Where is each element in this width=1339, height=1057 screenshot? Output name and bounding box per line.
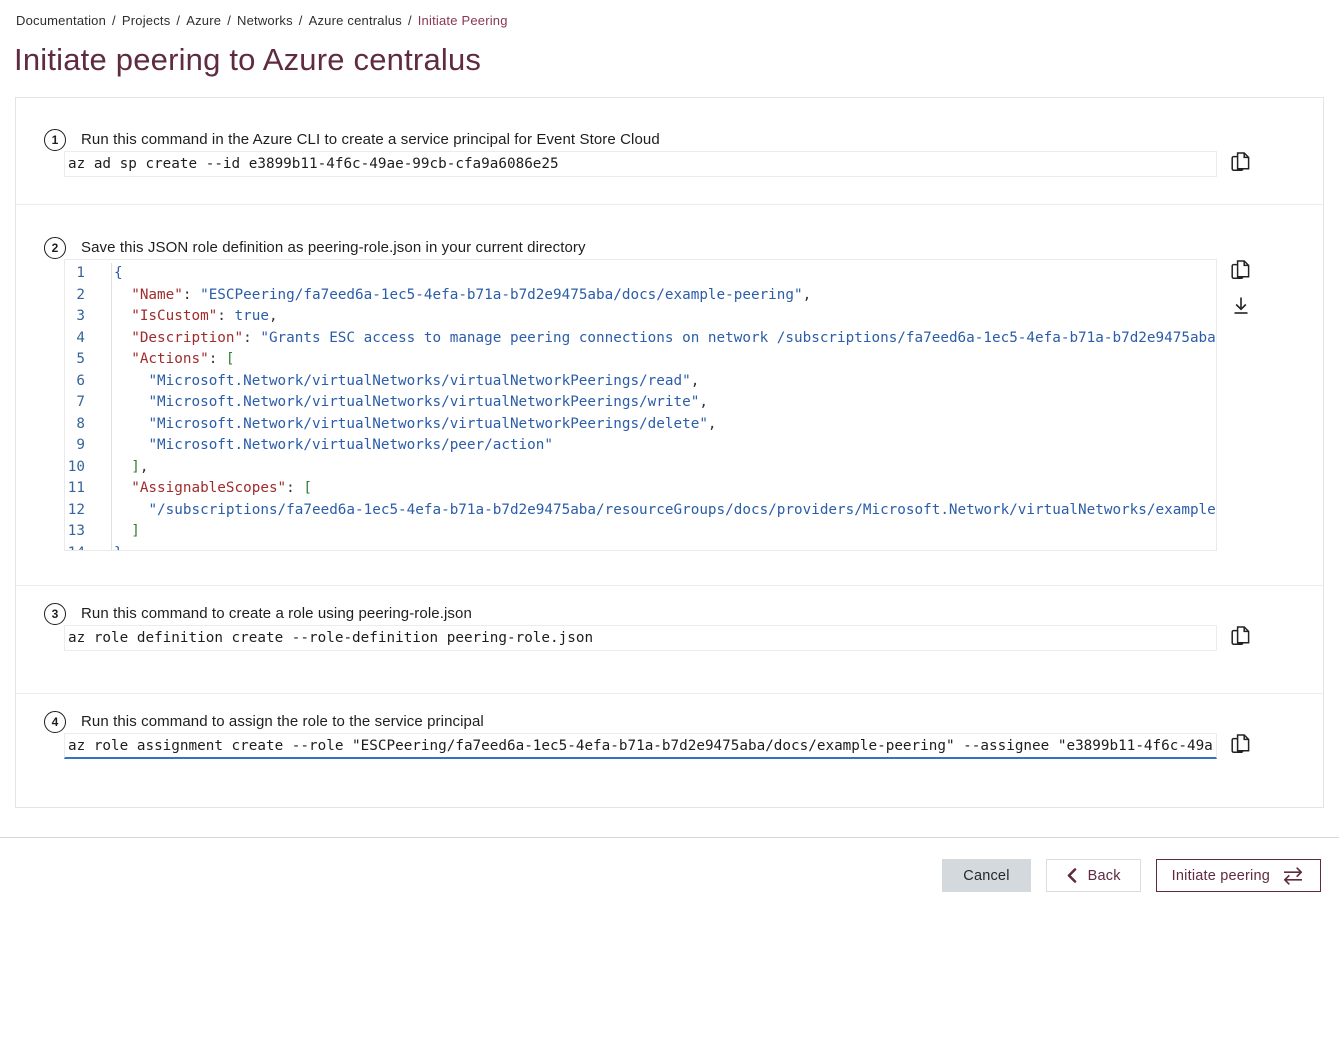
download-icon [1230,295,1252,317]
line-number: 6 [65,371,112,393]
step-1-header: 1 Run this command in the Azure CLI to c… [16,128,1323,151]
line-number: 7 [65,392,112,414]
copy-icon [1230,151,1251,173]
copy-button[interactable] [1229,733,1252,756]
line-number: 14 [65,543,112,552]
copy-icon [1230,625,1251,647]
copy-icon [1230,259,1251,281]
code-line-content: } [112,543,1216,552]
breadcrumb-item[interactable]: Azure centralus [309,13,402,28]
breadcrumb-separator: / [299,13,303,28]
line-number: 10 [65,457,112,479]
code-line: 9 "Microsoft.Network/virtualNetworks/pee… [65,435,1216,457]
code-line-content: "Microsoft.Network/virtualNetworks/virtu… [112,414,1216,436]
line-number: 8 [65,414,112,436]
code-line: 6 "Microsoft.Network/virtualNetworks/vir… [65,371,1216,393]
step-4-command-row [64,733,1252,759]
cancel-button-label: Cancel [963,868,1009,884]
line-number: 5 [65,349,112,371]
breadcrumb-separator: / [112,13,116,28]
code-line-content: "Microsoft.Network/virtualNetworks/virtu… [112,392,1216,414]
breadcrumb-item[interactable]: Documentation [16,13,106,28]
code-line: 2 "Name": "ESCPeering/fa7eed6a-1ec5-4efa… [65,285,1216,307]
section-divider [16,204,1323,205]
initiate-peering-button-label: Initiate peering [1172,868,1270,884]
code-editor-lines: 1{2 "Name": "ESCPeering/fa7eed6a-1ec5-4e… [65,263,1216,551]
breadcrumb-item[interactable]: Azure [186,13,221,28]
step-4-label: Run this command to assign the role to t… [81,713,484,730]
breadcrumb: Documentation / Projects / Azure / Networks / Az… [0,0,1339,28]
code-line-content: "Name": "ESCPeering/fa7eed6a-1ec5-4efa-b… [112,285,1216,307]
download-button[interactable] [1229,295,1252,318]
step-1-command-input[interactable] [64,151,1217,177]
step-3-command-row [64,625,1252,651]
code-editor[interactable]: 1{2 "Name": "ESCPeering/fa7eed6a-1ec5-4e… [64,259,1217,551]
code-line-content: "AssignableScopes": [ [112,478,1216,500]
code-line-content: "IsCustom": true, [112,306,1216,328]
back-button[interactable]: Back [1046,859,1141,892]
code-line: 14} [65,543,1216,552]
code-line: 1{ [65,263,1216,285]
step-1-command-row [64,151,1252,177]
code-line-content: ], [112,457,1216,479]
step-2-number-badge: 2 [44,237,66,259]
code-line-content: "/subscriptions/fa7eed6a-1ec5-4efa-b71a-… [112,500,1216,522]
code-line: 8 "Microsoft.Network/virtualNetworks/vir… [65,414,1216,436]
step-4-header: 4 Run this command to assign the role to… [16,710,1323,733]
breadcrumb-item[interactable]: Networks [237,13,293,28]
section-divider [16,693,1323,694]
step-3-number-badge: 3 [44,603,66,625]
cancel-button[interactable]: Cancel [942,859,1030,892]
step-3-label: Run this command to create a role using … [81,605,472,622]
step-2-label: Save this JSON role definition as peerin… [81,239,586,256]
section-divider [16,585,1323,586]
copy-button[interactable] [1229,625,1252,648]
step-4-command-input[interactable] [64,733,1217,759]
code-line-content: "Microsoft.Network/virtualNetworks/peer/… [112,435,1216,457]
step-2-header: 2 Save this JSON role definition as peer… [16,236,1323,259]
code-line: 7 "Microsoft.Network/virtualNetworks/vir… [65,392,1216,414]
step-2-editor-row: 1{2 "Name": "ESCPeering/fa7eed6a-1ec5-4e… [64,259,1252,551]
code-line: 4 "Description": "Grants ESC access to m… [65,328,1216,350]
line-number: 9 [65,435,112,457]
code-line-content: { [112,263,1216,285]
breadcrumb-current: Initiate Peering [418,13,508,28]
code-line: 11 "AssignableScopes": [ [65,478,1216,500]
chevron-left-icon [1066,868,1077,883]
breadcrumb-separator: / [227,13,231,28]
swap-arrows-icon [1281,867,1305,885]
line-number: 1 [65,263,112,285]
steps-card: 1 Run this command in the Azure CLI to c… [15,97,1324,808]
line-number: 4 [65,328,112,350]
copy-button[interactable] [1229,259,1252,282]
breadcrumb-item[interactable]: Projects [122,13,171,28]
initiate-peering-button[interactable]: Initiate peering [1156,859,1321,892]
back-button-label: Back [1088,868,1121,884]
code-line: 3 "IsCustom": true, [65,306,1216,328]
code-line-content: ] [112,521,1216,543]
step-1-number-badge: 1 [44,129,66,151]
copy-button[interactable] [1229,151,1252,174]
code-line: 13 ] [65,521,1216,543]
line-number: 3 [65,306,112,328]
line-number: 13 [65,521,112,543]
line-number: 12 [65,500,112,522]
code-line: 5 "Actions": [ [65,349,1216,371]
page-title: Initiate peering to Azure centralus [14,42,1339,78]
step-3-header: 3 Run this command to create a role usin… [16,602,1323,625]
code-line-content: "Actions": [ [112,349,1216,371]
line-number: 11 [65,478,112,500]
step-1-label: Run this command in the Azure CLI to cre… [81,131,660,148]
code-line-content: "Description": "Grants ESC access to man… [112,328,1216,350]
code-line: 12 "/subscriptions/fa7eed6a-1ec5-4efa-b7… [65,500,1216,522]
step-3-command-input[interactable] [64,625,1217,651]
code-line-content: "Microsoft.Network/virtualNetworks/virtu… [112,371,1216,393]
breadcrumb-separator: / [176,13,180,28]
step-4-number-badge: 4 [44,711,66,733]
footer-actions: Cancel Back Initiate peering [0,838,1339,892]
code-line: 10 ], [65,457,1216,479]
breadcrumb-separator: / [408,13,412,28]
line-number: 2 [65,285,112,307]
copy-icon [1230,733,1251,755]
